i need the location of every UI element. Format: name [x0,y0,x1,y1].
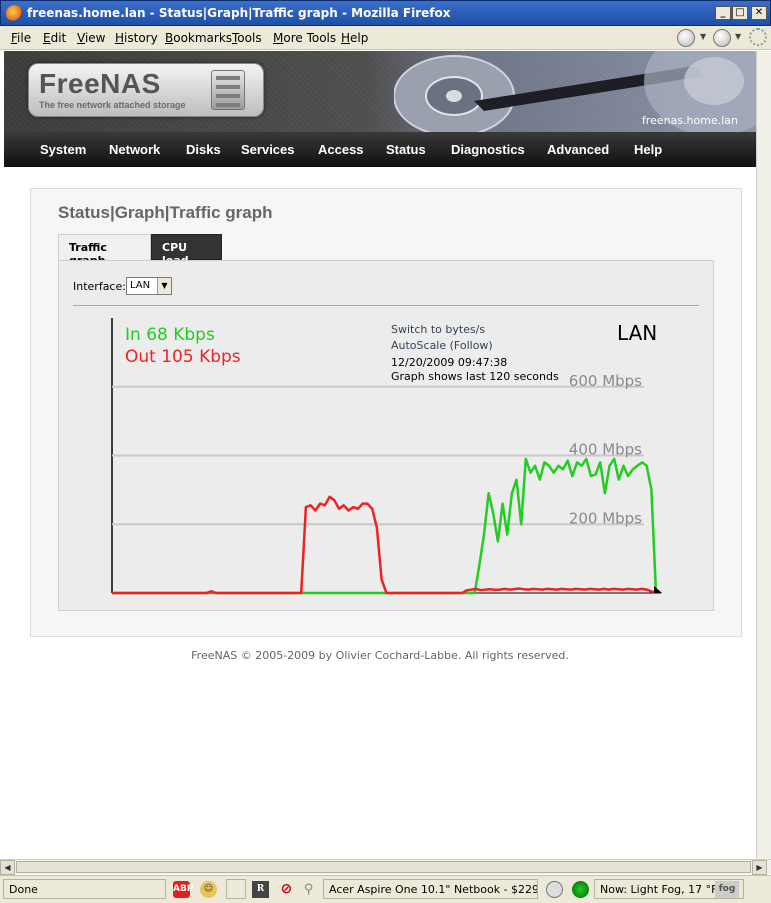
menu-file[interactable]: File [11,31,31,45]
globe-status-icon[interactable] [546,881,563,898]
logo-name: FreeNAS [39,68,161,99]
nav-status[interactable]: Status [386,142,426,157]
back-globe-icon[interactable] [677,29,695,47]
nav-services[interactable]: Services [241,142,295,157]
main-nav: System Network Disks Services Access Sta… [4,132,756,167]
menu-bar: File Edit View History Bookmarks Tools M… [0,26,771,50]
scroll-left-button[interactable]: ◀ [0,860,15,875]
nav-help[interactable]: Help [634,142,662,157]
tab-traffic-graph[interactable]: Traffic graph [58,234,151,267]
menu-edit[interactable]: Edit [43,31,66,45]
menu-bookmarks[interactable]: Bookmarks [165,31,232,45]
y-tick-label: 400 Mbps [569,441,642,459]
status-blank-segment [226,879,246,899]
y-tick-label: 600 Mbps [569,372,642,390]
nav-system[interactable]: System [40,142,86,157]
y-tick-label: 200 Mbps [569,509,642,527]
freenas-header: FreeNAS The free network attached storag… [4,51,756,136]
vertical-scrollbar[interactable] [756,51,771,859]
window-title: freenas.home.lan - Status|Graph|Traffic … [27,6,451,20]
greasemonkey-icon[interactable]: ☺ [200,881,217,898]
status-ad[interactable]: Acer Aspire One 10.1" Netbook - $229.99 [323,879,538,899]
tab-content: Interface: LAN ▼ 600 Mbps 400 Mbps 200 Mbp… [58,260,714,611]
interface-select-value: LAN [130,280,151,291]
status-text: Done [3,879,166,899]
nav-access[interactable]: Access [318,142,364,157]
page-footer: FreeNAS © 2005-2009 by Olivier Cochard-L… [191,649,569,662]
status-bar: Done ABP ☺ R ⊘ ⚲ Acer Aspire One 10.1" N… [0,875,771,903]
readability-icon[interactable]: R [252,881,269,898]
tab-cpu-load[interactable]: CPU load [151,234,222,267]
logo-tagline: The free network attached storage [39,100,186,110]
menu-view[interactable]: View [77,31,105,45]
hostname-label: freenas.home.lan [641,114,738,127]
menu-tools[interactable]: Tools [232,31,262,45]
traffic-graph: 600 Mbps 400 Mbps 200 Mbps In 68 Kbps Out … [96,318,666,599]
freenas-logo[interactable]: FreeNAS The free network attached storag… [28,63,264,117]
interface-select[interactable]: LAN ▼ [126,277,172,295]
menu-help[interactable]: Help [341,31,368,45]
menu-history[interactable]: History [115,31,158,45]
noscript-icon[interactable]: ⊘ [278,881,295,898]
forward-dropdown-icon[interactable]: ▼ [735,32,741,41]
forward-globe-icon[interactable] [713,29,731,47]
interface-label: Interface: [73,280,126,293]
switch-bytes-link[interactable]: Switch to bytes/s [391,323,485,336]
graph-out-label: Out 105 Kbps [125,347,241,367]
graph-in-label: In 68 Kbps [125,325,215,345]
nav-disks[interactable]: Disks [186,142,221,157]
autoscale-link[interactable]: AutoScale (Follow) [391,339,493,352]
scroll-right-button[interactable]: ▶ [752,860,767,875]
adblock-icon[interactable]: ABP [173,881,193,898]
throbber-icon [749,28,767,46]
firefox-icon [6,5,23,22]
page-title: Status|Graph|Traffic graph [58,203,273,222]
graph-caption: Graph shows last 120 seconds [391,370,559,383]
menu-more-tools[interactable]: More Tools [273,31,336,45]
fog-weather-icon: fog [715,881,739,898]
close-button[interactable]: ✕ [751,6,767,20]
magnifier-icon[interactable]: ⚲ [300,881,317,898]
nav-diagnostics[interactable]: Diagnostics [451,142,525,157]
window-titlebar[interactable]: freenas.home.lan - Status|Graph|Traffic … [0,0,771,26]
scroll-thumb[interactable] [16,861,751,873]
page-viewport: FreeNAS The free network attached storag… [4,51,756,859]
graph-timestamp: 12/20/2009 09:47:38 [391,356,507,369]
server-icon [211,70,245,110]
chevron-down-icon[interactable]: ▼ [157,278,171,294]
content-panel: Status|Graph|Traffic graph Traffic graph… [30,188,742,637]
nav-advanced[interactable]: Advanced [547,142,609,157]
nav-network[interactable]: Network [109,142,160,157]
back-dropdown-icon[interactable]: ▼ [700,32,706,41]
divider [73,305,699,306]
horizontal-scrollbar[interactable]: ◀ ▶ [0,859,771,875]
maximize-button[interactable]: □ [732,6,748,20]
connection-status-icon[interactable] [572,881,589,898]
minimize-button[interactable]: _ [715,6,731,20]
graph-interface-name: LAN [617,321,657,345]
